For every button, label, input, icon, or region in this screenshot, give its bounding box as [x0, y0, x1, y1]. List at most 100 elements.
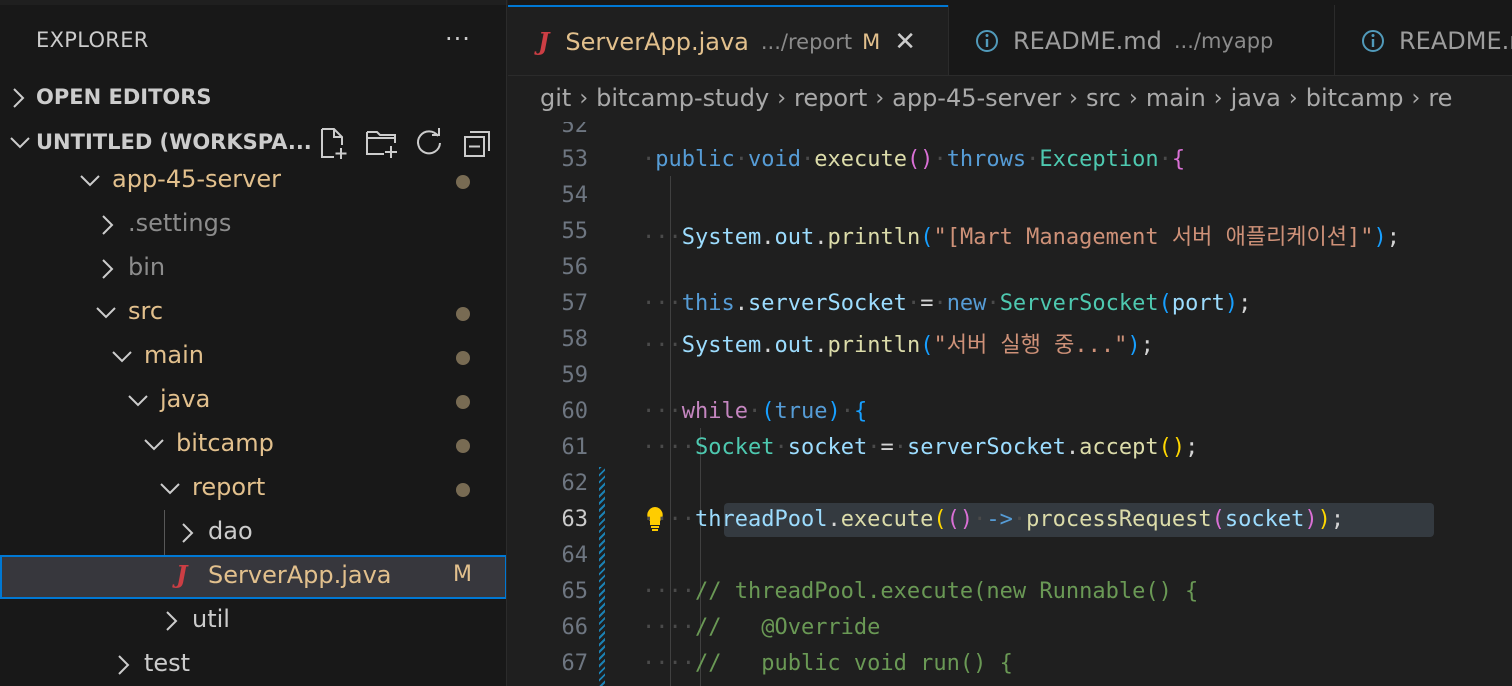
- line-number: 59: [561, 363, 589, 388]
- breadcrumb-item[interactable]: app-45-server: [892, 84, 1061, 112]
- workspace-actions: [316, 126, 496, 160]
- tree-item-report[interactable]: report: [0, 467, 506, 511]
- breadcrumb-item[interactable]: bitcamp: [1306, 84, 1404, 112]
- tab-serverapp-java[interactable]: J ServerApp.java .../report M ✕: [508, 5, 948, 75]
- chevron-right-icon: [118, 655, 130, 675]
- new-file-icon[interactable]: [316, 126, 352, 160]
- modified-dot: [456, 351, 470, 365]
- chevron-down-icon: [112, 351, 132, 363]
- chevron-down-icon: [160, 483, 180, 495]
- chevron-right-icon: [166, 611, 178, 631]
- folder-label: test: [144, 649, 191, 677]
- line-number: 61: [561, 435, 589, 460]
- java-file-icon: J: [538, 27, 550, 56]
- chevron-right-icon: [13, 88, 25, 108]
- breadcrumb-item[interactable]: report: [794, 84, 867, 112]
- tree-item-main[interactable]: main: [0, 335, 506, 379]
- line-number-current: 63: [561, 507, 589, 532]
- folder-label: main: [144, 341, 204, 369]
- modified-lines-indicator: [599, 467, 605, 686]
- editor-tab-bar: J ServerApp.java .../report M ✕ README.m…: [508, 0, 1512, 76]
- workspace-label: UNTITLED (WORKSPA...: [36, 130, 312, 154]
- chevron-right-icon: ›: [777, 85, 786, 111]
- folder-label: dao: [208, 517, 253, 545]
- tree-item-serverapp-java[interactable]: J ServerApp.java M: [0, 555, 506, 599]
- explorer-title: EXPLORER: [36, 28, 149, 52]
- more-actions-icon[interactable]: ···: [445, 25, 471, 53]
- code-line: ···while·(true)·{: [642, 399, 868, 424]
- modified-badge: M: [862, 29, 881, 54]
- tab-readme-myapp[interactable]: README.md .../myapp: [949, 5, 1334, 75]
- tree-item-app-45-server[interactable]: app-45-server: [0, 159, 506, 203]
- tab-readme[interactable]: README.md: [1335, 5, 1512, 75]
- breadcrumb-item[interactable]: re: [1428, 84, 1452, 112]
- code-comment: // @Override: [694, 615, 881, 640]
- tab-title: ServerApp.java: [565, 27, 749, 56]
- chevron-right-icon: ›: [1288, 85, 1298, 111]
- code-line: ·public·void·execute()·throws·Exception·…: [642, 147, 1186, 172]
- code-editor[interactable]: 52 53 54 55 56 57 58 59 60 61 62 63 64 6…: [508, 122, 1512, 686]
- tree-item-java[interactable]: java: [0, 379, 506, 423]
- line-number: 54: [561, 183, 589, 208]
- line-number: 55: [561, 219, 589, 244]
- tab-description: .../myapp: [1173, 28, 1274, 53]
- tab-description: .../report: [760, 29, 853, 54]
- code-line: ····// @Override: [642, 615, 881, 640]
- breadcrumb-item[interactable]: main: [1146, 84, 1206, 112]
- line-number: 52: [561, 122, 589, 138]
- chevron-right-icon: [102, 259, 114, 279]
- tree-item-settings[interactable]: .settings: [0, 203, 506, 247]
- chevron-right-icon: ›: [1411, 85, 1421, 111]
- modified-dot: [456, 483, 470, 497]
- explorer-sidebar: EXPLORER ··· OPEN EDITORS UNTITLED (WORK…: [0, 0, 507, 686]
- chevron-down-icon: [128, 395, 148, 407]
- close-icon[interactable]: ✕: [894, 27, 916, 57]
- line-number: 56: [561, 255, 589, 280]
- folder-label: app-45-server: [112, 165, 282, 193]
- tree-item-util[interactable]: util: [0, 599, 506, 643]
- breadcrumb-item[interactable]: bitcamp-study: [596, 84, 769, 112]
- tree-item-dao[interactable]: dao: [0, 511, 506, 555]
- line-number: 67: [561, 651, 589, 676]
- tree-item-bin[interactable]: bin: [0, 247, 506, 291]
- tree-item-test[interactable]: test: [0, 643, 506, 686]
- folder-label: bin: [128, 253, 166, 281]
- code-line: ····// threadPool.execute(new Runnable()…: [642, 579, 1199, 604]
- folder-label: bitcamp: [176, 429, 274, 457]
- breadcrumb-item[interactable]: java: [1231, 84, 1281, 112]
- chevron-down-icon: [80, 175, 100, 187]
- folder-label: util: [192, 605, 230, 633]
- modified-dot: [456, 439, 470, 453]
- code-line: ····// public void run() {: [642, 651, 1013, 676]
- modified-badge: M: [453, 562, 472, 587]
- modified-dot: [456, 175, 470, 189]
- modified-dot: [456, 395, 470, 409]
- new-folder-icon[interactable]: [364, 126, 400, 160]
- refresh-icon[interactable]: [412, 126, 448, 160]
- collapse-all-icon[interactable]: [460, 126, 496, 160]
- open-editors-section[interactable]: OPEN EDITORS: [0, 76, 506, 120]
- java-file-icon: J: [176, 560, 188, 589]
- tab-title: README.md: [1399, 26, 1512, 55]
- tree-item-bitcamp[interactable]: bitcamp: [0, 423, 506, 467]
- breadcrumb-item[interactable]: src: [1086, 84, 1121, 112]
- tab-title: README.md: [1013, 26, 1162, 55]
- folder-label: report: [192, 473, 266, 501]
- info-icon: [976, 29, 998, 52]
- chevron-right-icon: ›: [1129, 85, 1138, 111]
- chevron-right-icon: ›: [875, 85, 885, 111]
- folder-label: src: [128, 297, 164, 325]
- code-comment: // threadPool.execute(new Runnable() {: [694, 579, 1199, 604]
- folder-label: .settings: [128, 209, 232, 237]
- chevron-right-icon: ›: [1213, 85, 1223, 111]
- chevron-down-icon: [144, 439, 164, 451]
- line-number: 62: [561, 471, 589, 496]
- string-literal: "[Mart Management 서버 애플리케이션]": [933, 225, 1374, 250]
- breadcrumb-item[interactable]: git: [540, 84, 571, 112]
- line-number: 57: [561, 291, 589, 316]
- chevron-down-icon: [10, 137, 30, 149]
- line-number: 58: [561, 327, 589, 352]
- tree-item-src[interactable]: src: [0, 291, 506, 335]
- code-line-current: ····threadPool.execute(()·->·processRequ…: [642, 507, 1345, 532]
- code-line: ····Socket·socket·=·serverSocket.accept(…: [642, 435, 1199, 460]
